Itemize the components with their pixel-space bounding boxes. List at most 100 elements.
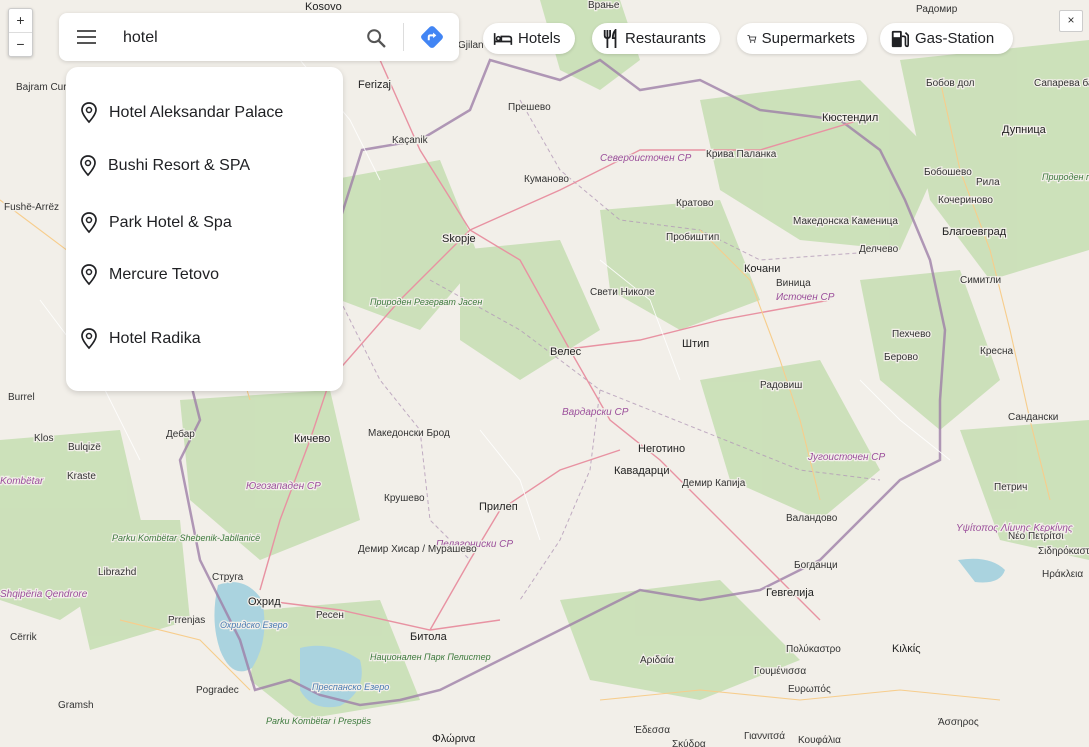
zoom-in-button[interactable]: + — [9, 9, 32, 32]
category-chip-supermarkets[interactable]: Supermarkets — [737, 23, 867, 54]
map-label: Bajram Curri — [16, 82, 72, 93]
map-pin-icon — [81, 102, 97, 124]
suggestion-item[interactable]: Hotel Aleksandar Palace — [80, 102, 283, 124]
map-label: Охридско Езеро — [220, 620, 288, 630]
map-label: Природен парк Рилски манастир — [1042, 172, 1089, 182]
map-label: Burrel — [8, 392, 35, 403]
map-label: Пехчево — [892, 329, 931, 340]
map-label: Берово — [884, 352, 918, 363]
map-label: Дебар — [166, 428, 195, 440]
suggestion-label: Hotel Aleksandar Palace — [109, 104, 284, 121]
map-label: Νέο Πετρίτσι — [1008, 530, 1064, 542]
suggestion-item[interactable]: Hotel Radika — [80, 328, 201, 350]
map-label: Преспанско Езеро — [312, 682, 389, 692]
cart-icon — [747, 34, 757, 43]
map-label: Пробиштип — [666, 231, 719, 243]
close-button[interactable]: × — [1059, 10, 1083, 32]
map-label: Југоисточен СР — [807, 452, 886, 463]
suggestion-item[interactable]: Bushi Resort & SPA — [79, 155, 250, 177]
map-label: Κιλκίς — [892, 643, 921, 655]
map-label: Свети Николе — [590, 287, 655, 298]
map-label: Природен Резерват Јасен — [370, 297, 482, 307]
search-bar — [59, 13, 459, 61]
map-label: Прешево — [508, 102, 551, 113]
fork-knife-icon — [603, 28, 617, 48]
map-label: Штип — [682, 338, 709, 350]
map-label: Σκύδρα — [672, 738, 706, 747]
search-input[interactable] — [121, 23, 345, 53]
map-label: Радомир — [916, 4, 958, 15]
map-label: Ferizaj — [358, 79, 391, 91]
map-label: Кресна — [980, 346, 1013, 357]
map-label: Fushë-Arrëz — [4, 202, 59, 213]
suggestion-label: Bushi Resort & SPA — [108, 157, 250, 174]
suggestions-dropdown: Hotel Aleksandar Palace Bushi Resort & S… — [66, 67, 343, 391]
category-chip-gas-station[interactable]: Gas-Station — [880, 23, 1013, 54]
map-label: Гевгелија — [766, 587, 815, 599]
map-label: Кичево — [294, 433, 330, 445]
search-icon[interactable] — [365, 27, 387, 49]
map-label: Радовиш — [760, 380, 802, 391]
zoom-out-button[interactable]: − — [9, 32, 32, 56]
map-label: Вардарски СР — [562, 407, 629, 418]
map-label: Кочани — [744, 263, 780, 275]
map-label: Кочериново — [938, 195, 993, 206]
map-label: Демир Хисар / Мурашево — [358, 544, 477, 555]
map-label: Prrenjas — [168, 615, 205, 626]
map-label: Североисточен СР — [600, 153, 692, 164]
map-label: Ευρωπός — [788, 683, 831, 695]
directions-icon[interactable] — [419, 24, 445, 50]
map-label: Ресен — [316, 610, 344, 621]
map-label: Kraste — [67, 471, 96, 482]
map-label: Крива Паланка — [706, 149, 777, 160]
map-label: Gjilan — [458, 40, 484, 51]
map-label: Αριδαία — [640, 654, 674, 666]
map-label: Κουφάλια — [798, 734, 841, 746]
map-label: Делчево — [859, 244, 899, 255]
map-label: Άσσηρος — [938, 717, 979, 728]
map-label: Kosovo — [305, 1, 342, 13]
map-label: Кратово — [676, 198, 714, 209]
map-label: Сандански — [1008, 412, 1058, 423]
map-label: Битола — [410, 631, 448, 643]
category-chip-restaurants[interactable]: Restaurants — [592, 23, 720, 54]
map-label: Прилеп — [479, 501, 518, 513]
map-label: Неготино — [638, 443, 685, 455]
map-pin-icon — [80, 155, 96, 177]
map-label: Γουμένισσα — [754, 665, 806, 677]
map-label: Македонски Брод — [368, 428, 450, 439]
chip-label: Gas-Station — [915, 30, 995, 47]
map-label: Демир Капија — [682, 478, 746, 489]
map-label: Кюстендил — [822, 112, 878, 124]
map-label: Kaçanik — [392, 135, 429, 146]
map-pin-icon — [81, 212, 97, 234]
category-chip-hotels[interactable]: Hotels — [483, 23, 575, 54]
suggestion-item[interactable]: Park Hotel & Spa — [80, 212, 232, 234]
map-label: Kombëtar — [0, 476, 44, 487]
map-label: Pogradec — [196, 685, 239, 696]
separator — [403, 23, 404, 51]
map-pin-icon — [81, 264, 97, 286]
map-label: Югозападен СР — [246, 481, 321, 492]
suggestion-item[interactable]: Mercure Tetovo — [80, 264, 219, 286]
map-label: Крушево — [384, 493, 425, 504]
chip-label: Supermarkets — [761, 30, 855, 47]
map-label: Струга — [212, 572, 244, 583]
map-label: Klos — [34, 433, 53, 444]
map-label: Gramsh — [58, 700, 94, 711]
map-label: Национален Парк Пелистер — [370, 652, 491, 662]
map-label: Валандово — [786, 513, 838, 524]
map-label: Бобошево — [924, 166, 972, 178]
menu-icon[interactable] — [77, 28, 97, 46]
map-label: Shqipëria Qendrore — [0, 589, 88, 600]
bed-icon — [493, 32, 513, 45]
map-label: Cërrik — [10, 632, 38, 643]
map-label: Охрид — [248, 596, 281, 608]
suggestion-label: Hotel Radika — [109, 330, 201, 347]
chip-label: Restaurants — [625, 30, 706, 47]
map-label: Librazhd — [98, 567, 136, 578]
map-label: Врање — [588, 0, 620, 11]
map-label: Дупница — [1002, 124, 1047, 136]
map-label: Велес — [550, 346, 582, 358]
map-label: Parku Kombëtar i Prespës — [266, 716, 372, 726]
